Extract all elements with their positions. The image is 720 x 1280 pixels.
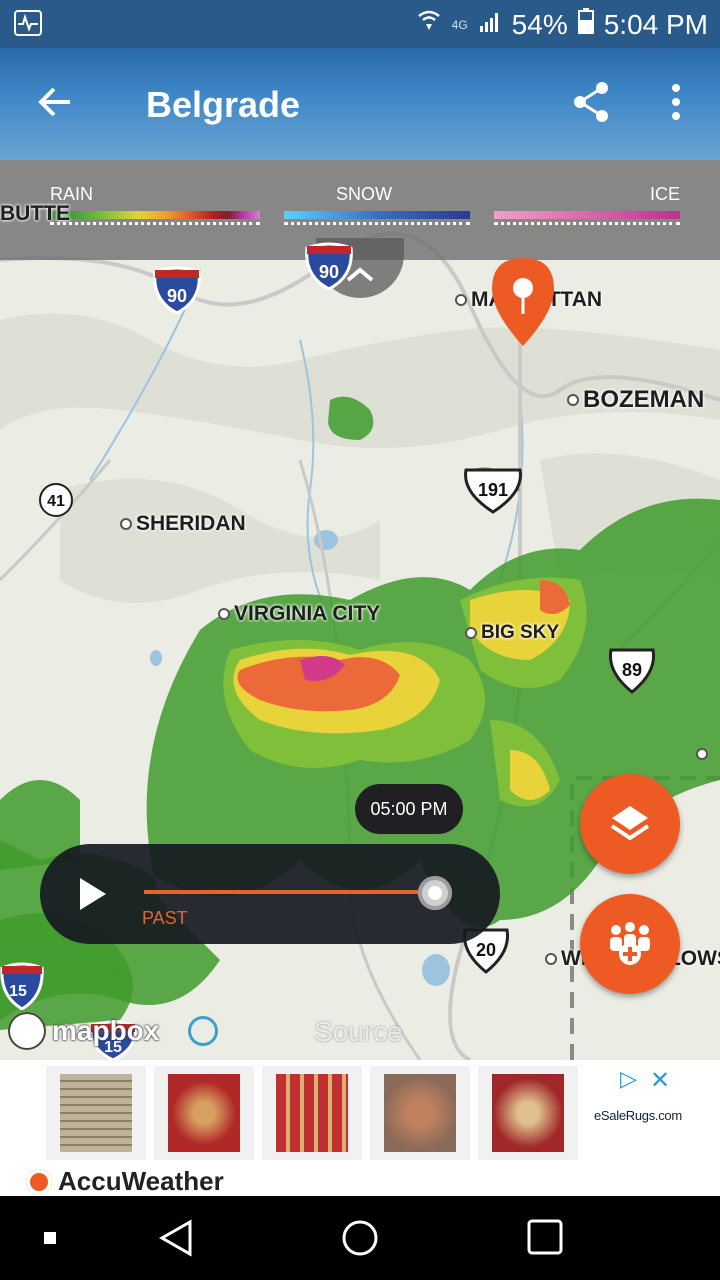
battery-percent: 54%: [511, 8, 568, 40]
snow-scale-bar: [284, 211, 470, 219]
battery-icon: [577, 8, 594, 41]
status-right: 4G 54% 5:04 PM: [416, 8, 708, 41]
ad-product-thumb[interactable]: [370, 1066, 470, 1160]
rain-scale-bar: [50, 211, 260, 219]
city-dot: [465, 627, 477, 639]
city-label: SHERIDAN: [136, 512, 246, 535]
mapbox-attribution[interactable]: mapbox: [8, 1012, 159, 1050]
layers-icon: [610, 806, 650, 841]
ice-scale-bar: [494, 211, 680, 219]
ad-product-thumb[interactable]: [478, 1066, 578, 1160]
network-type: 4G: [451, 17, 468, 32]
city-dot: [218, 608, 230, 620]
rug-image: [276, 1074, 348, 1152]
more-options-icon[interactable]: [664, 82, 688, 122]
recent-dot-icon[interactable]: [44, 1232, 58, 1251]
timeline-past-label: PAST: [142, 908, 188, 928]
add-group-icon: [610, 922, 650, 965]
home-nav-icon[interactable]: [340, 1218, 380, 1263]
radar-map[interactable]: RAIN SNOW ICE BUTTE MANHATTAN BOZEMAN SH…: [0, 160, 720, 1060]
rug-image: [168, 1074, 240, 1152]
city-dot: [120, 518, 132, 530]
ad-product-thumb[interactable]: [46, 1066, 146, 1160]
interstate-90-shield: 90: [152, 264, 202, 319]
community-report-button[interactable]: [580, 894, 680, 994]
timeline-scrubber-handle[interactable]: [418, 876, 452, 910]
accuweather-brand: AccuWeather: [26, 1166, 224, 1197]
info-icon[interactable]: [188, 1016, 218, 1046]
interstate-15-shield: 15: [0, 960, 44, 1015]
ad-banner[interactable]: eSaleRugs.com ▷ ✕ AccuWeather: [0, 1060, 720, 1196]
city-dot: [567, 394, 579, 406]
city-label: BOZEMAN: [583, 386, 705, 413]
city-label: BUTTE: [0, 202, 70, 225]
rain-scale-ticks: [50, 222, 260, 229]
mapbox-wordmark: mapbox: [52, 1015, 160, 1046]
ad-product-thumb[interactable]: [154, 1066, 254, 1160]
shield-number: 191: [478, 480, 508, 500]
ice-scale-ticks: [494, 222, 680, 229]
back-arrow-icon[interactable]: [36, 82, 76, 122]
city-label: BIG SKY: [481, 622, 560, 643]
back-nav-icon[interactable]: [158, 1218, 194, 1263]
interstate-90-shield: 90: [304, 240, 354, 295]
timeline-time-tooltip: 05:00 PM: [355, 784, 463, 834]
overview-nav-icon[interactable]: [526, 1218, 564, 1261]
shield-number: 20: [476, 940, 496, 960]
mapbox-logo-icon: [8, 1012, 46, 1050]
city-edge-marker: [696, 748, 708, 760]
signal-icon: [478, 9, 502, 41]
radar-playback-bar: PAST: [40, 844, 500, 944]
advertiser-name: eSaleRugs.com: [594, 1108, 682, 1123]
system-nav-bar: [0, 1196, 720, 1280]
page-title: Belgrade: [146, 84, 301, 125]
shield-number: 90: [319, 262, 339, 282]
location-pin-icon[interactable]: [490, 256, 556, 348]
city-virginia-city: VIRGINIA CITY: [218, 602, 380, 626]
city-dot: [696, 748, 708, 760]
ad-choices-icon[interactable]: ▷: [620, 1066, 637, 1092]
city-label: VIRGINIA CITY: [234, 602, 381, 625]
play-icon[interactable]: [78, 878, 108, 915]
timeline-track[interactable]: [144, 890, 434, 894]
city-sheridan: SHERIDAN: [120, 512, 246, 536]
legend-snow-label: SNOW: [336, 184, 392, 204]
wifi-icon: [416, 9, 442, 41]
us-191-shield: 191: [460, 466, 526, 521]
rug-image: [60, 1074, 132, 1152]
rug-image: [492, 1074, 564, 1152]
snow-scale-ticks: [284, 222, 470, 229]
city-dot: [455, 294, 467, 306]
shield-number: 89: [622, 660, 642, 680]
share-icon[interactable]: [572, 80, 612, 124]
shield-number: 90: [167, 286, 187, 306]
activity-icon: [14, 10, 42, 36]
status-bar: 4G 54% 5:04 PM: [0, 0, 720, 48]
map-source-link[interactable]: Source: [314, 1016, 403, 1048]
us-89-shield: 89: [606, 646, 658, 701]
map-layers-button[interactable]: [580, 774, 680, 874]
shield-number: 41: [47, 493, 65, 510]
ad-close-icon[interactable]: ✕: [650, 1066, 670, 1095]
shield-number: 15: [9, 983, 27, 1000]
clock: 5:04 PM: [603, 8, 708, 40]
city-dot: [545, 953, 557, 965]
app-bar: Belgrade: [0, 48, 720, 160]
ad-product-thumb[interactable]: [262, 1066, 362, 1160]
legend-ice-label: ICE: [650, 184, 681, 204]
city-big-sky: BIG SKY: [465, 622, 559, 644]
route-41-shield: 41: [38, 482, 74, 523]
rug-image: [384, 1074, 456, 1152]
accuweather-sun-icon: [26, 1168, 52, 1195]
city-bozeman: BOZEMAN: [567, 386, 704, 414]
city-butte: BUTTE: [0, 202, 70, 226]
accuweather-wordmark: AccuWeather: [58, 1166, 224, 1196]
